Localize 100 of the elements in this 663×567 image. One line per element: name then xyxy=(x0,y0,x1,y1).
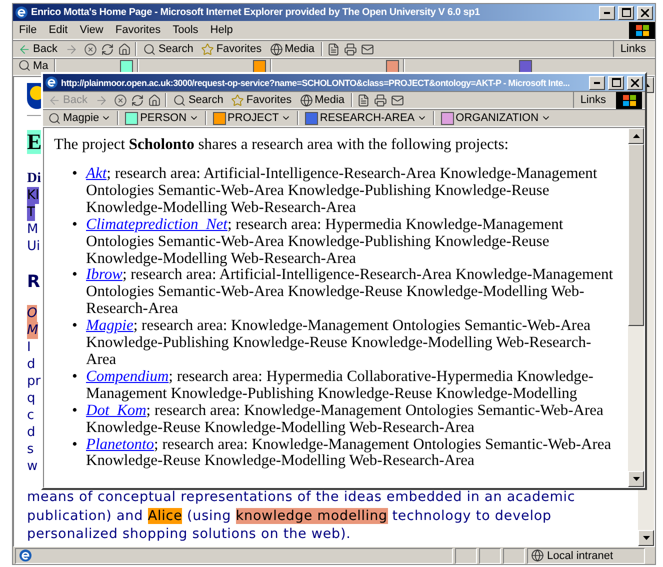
page-text: c xyxy=(27,407,34,424)
minimize-icon xyxy=(594,82,600,84)
intro-text: The project Scholonto shares a research area with the following projects: xyxy=(54,136,510,154)
project-link[interactable]: Akt xyxy=(86,165,107,182)
page-text: R xyxy=(27,271,40,293)
project-link[interactable]: Dot_Kom xyxy=(86,402,146,419)
globe-icon xyxy=(300,94,313,106)
category-swatch[interactable] xyxy=(386,60,400,73)
magnifier-icon xyxy=(48,112,61,124)
close-button[interactable] xyxy=(637,6,653,20)
project-entry: Magpie; research area: Knowledge-Management Ontologies Semantic-Web-Area Knowledge-Publishing Knowledge-Reuse Knowledge-Modelling Web-Research-Area xyxy=(86,318,592,369)
links-button[interactable]: Links xyxy=(613,41,652,57)
media-button[interactable]: Media xyxy=(298,94,347,106)
search-button[interactable]: Search xyxy=(171,94,226,106)
edit-icon xyxy=(326,42,340,56)
refresh-icon xyxy=(101,42,114,56)
favorites-button[interactable]: Favorites xyxy=(229,94,294,106)
page-text: Ui xyxy=(27,238,40,255)
scroll-down-icon xyxy=(632,477,640,481)
browser-icon xyxy=(15,6,28,19)
page-text: O xyxy=(27,305,38,322)
mail-icon xyxy=(360,42,374,56)
maximize-button[interactable] xyxy=(618,6,634,20)
page-text: pr xyxy=(27,373,41,390)
paragraph-line: means of conceptual representations of the ideas embedded in an academic xyxy=(27,488,576,506)
bookmark-button[interactable]: Ma xyxy=(16,59,50,72)
zone-label: Local intranet xyxy=(547,550,614,562)
category-button[interactable]: PROJECT xyxy=(210,112,293,124)
home-icon xyxy=(118,42,132,56)
category-button[interactable]: PERSON xyxy=(123,112,201,124)
project-link[interactable]: Compendium xyxy=(86,368,169,385)
bullet: • xyxy=(72,166,78,184)
favorites-button[interactable]: Favorites xyxy=(199,42,264,56)
stop-icon xyxy=(114,94,128,106)
stop-icon xyxy=(84,42,98,56)
scrollbar[interactable] xyxy=(628,128,644,487)
printer-icon xyxy=(374,94,387,106)
project-link[interactable]: Planetonto xyxy=(86,436,154,452)
menu-item[interactable]: Edit xyxy=(42,24,74,36)
links-button[interactable]: Links xyxy=(573,92,612,108)
home-icon xyxy=(148,94,162,106)
media-button[interactable]: Media xyxy=(268,42,317,56)
minimize-button[interactable] xyxy=(589,76,605,90)
menu-item[interactable]: Favorites xyxy=(109,24,167,36)
bullet: • xyxy=(72,267,78,286)
category-swatch[interactable] xyxy=(120,60,134,73)
project-entry: Dot_Kom; research area: Knowledge-Management Ontologies Semantic-Web-Area Knowledge-Reuse Knowledge-Modelling Web-Research-Area xyxy=(86,402,604,436)
close-button[interactable] xyxy=(627,76,643,90)
scroll-down-icon xyxy=(642,536,650,540)
page-text: Kl xyxy=(27,187,40,204)
page-text: Di xyxy=(27,170,41,187)
network-icon xyxy=(531,549,544,562)
project-link[interactable]: Magpie xyxy=(86,317,134,334)
page-text: I xyxy=(27,339,31,356)
category-swatch[interactable] xyxy=(519,60,532,73)
magnifier-icon xyxy=(18,59,31,72)
bullet: • xyxy=(72,436,78,454)
globe-icon xyxy=(270,42,283,56)
menu-item[interactable]: Help xyxy=(204,24,239,36)
arrow-left-icon xyxy=(18,42,31,56)
menu-item[interactable]: Tools xyxy=(166,24,204,36)
project-link[interactable]: Climateprediction_Net xyxy=(86,216,228,233)
search-icon xyxy=(143,42,156,56)
refresh-icon xyxy=(131,94,144,106)
menu-item[interactable]: View xyxy=(74,24,110,36)
page-text: T xyxy=(27,204,35,221)
arrow-right-icon xyxy=(65,42,78,56)
printer-icon xyxy=(344,42,357,56)
search-icon xyxy=(173,94,186,106)
minimize-button[interactable] xyxy=(599,6,615,20)
magpie-button[interactable]: Magpie xyxy=(46,112,114,124)
bullet: • xyxy=(72,318,78,336)
menu-item[interactable]: File xyxy=(13,24,43,36)
page-text: w xyxy=(27,458,38,475)
project-entry: Ibrow; research area: Artificial-Intelligence-Research-Area Knowledge-Management Ontologies Semantic-Web-Area Knowledge-Reuse Knowledge-Modelling Web-Research-Area xyxy=(86,267,614,318)
category-button[interactable]: ORGANIZATION xyxy=(438,112,553,124)
paragraph-line: publication) and Alice (using knowledge modelling technology to develop xyxy=(27,506,552,525)
project-entry: Planetonto; research area: Knowledge-Management Ontologies Semantic-Web-Area Knowledge-Reuse Knowledge-Modelling Web-Research-Area xyxy=(86,436,612,470)
page-text: M xyxy=(27,221,38,238)
page-text: d xyxy=(27,356,36,373)
window-title: Enrico Motta's Home Page - Microsoft Internet Explorer provided by The Open University V 6.0 sp1 xyxy=(31,7,481,18)
page-icon xyxy=(19,549,32,562)
page-text: M xyxy=(27,322,38,339)
category-swatch[interactable] xyxy=(253,60,266,73)
project-entry: Akt; research area: Artificial-Intelligence-Research-Area Knowledge-Management Ontologies Semantic-Web-Area Knowledge-Publishing Knowledge-Reuse Knowledge-Modelling Web-Research-Area xyxy=(86,166,598,217)
page-text: E xyxy=(27,130,42,154)
maximize-button[interactable] xyxy=(608,76,624,90)
maximize-icon xyxy=(622,8,630,17)
page-text: q xyxy=(27,390,36,407)
category-button[interactable]: RESEARCH-AREA xyxy=(302,112,429,124)
arrow-left-icon xyxy=(48,94,61,106)
close-icon xyxy=(641,8,649,16)
back-button[interactable]: Back xyxy=(16,42,60,56)
project-entry: Climateprediction_Net; research area: Hypermedia Knowledge-Management Ontologies Semantic-Web-Area Knowledge-Publishing Knowledge-Reuse Knowledge-Modelling Web-Research-Area xyxy=(86,216,564,268)
windows-logo-icon xyxy=(629,22,655,38)
bullet: • xyxy=(72,368,78,387)
minimize-icon xyxy=(604,12,610,14)
search-button[interactable]: Search xyxy=(141,42,196,56)
project-entry: Compendium; research area: Hypermedia Collaborative-Hypermedia Knowledge-Management Knowledge-Publishing Knowledge-Reuse Knowledge-Modelling xyxy=(86,368,594,403)
project-link[interactable]: Ibrow xyxy=(86,266,122,284)
